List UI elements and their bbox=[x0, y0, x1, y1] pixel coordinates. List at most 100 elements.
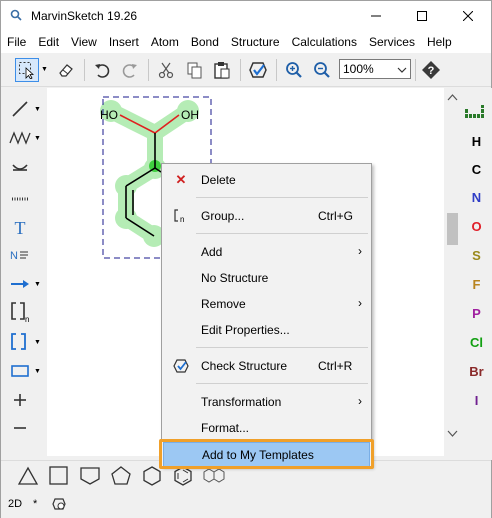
menu-structure[interactable]: Structure bbox=[225, 31, 286, 53]
erase-tool-button[interactable] bbox=[54, 58, 78, 82]
menu-item-delete[interactable]: ✕ Delete bbox=[163, 168, 370, 194]
menu-item-group[interactable]: n Group... Ctrl+G bbox=[163, 204, 370, 230]
check-structure-button[interactable] bbox=[246, 58, 270, 82]
arc-tool[interactable] bbox=[5, 154, 35, 180]
scrollbar-thumb[interactable] bbox=[447, 213, 458, 245]
template-pentagon-flat[interactable] bbox=[77, 463, 103, 489]
zoom-value: 100% bbox=[343, 62, 374, 76]
rectangle-tool[interactable] bbox=[5, 358, 35, 384]
chevron-down-icon bbox=[397, 62, 407, 80]
menu-item-check-structure[interactable]: Check Structure Ctrl+R bbox=[163, 354, 370, 380]
menu-help[interactable]: Help bbox=[421, 31, 458, 53]
element-c[interactable]: C bbox=[461, 156, 492, 184]
structure-status-icon bbox=[52, 498, 66, 510]
element-br[interactable]: Br bbox=[461, 358, 492, 386]
shape-dropdown-arrow[interactable]: ▼ bbox=[34, 358, 42, 384]
copy-icon bbox=[187, 62, 202, 79]
zoom-in-button[interactable] bbox=[282, 58, 306, 82]
pentagon-icon bbox=[111, 466, 131, 485]
menu-file[interactable]: File bbox=[1, 31, 32, 53]
reaction-arrow-atom-tool[interactable]: N bbox=[5, 242, 35, 268]
scroll-up-icon[interactable] bbox=[444, 92, 461, 104]
menu-insert[interactable]: Insert bbox=[103, 31, 145, 53]
menu-item-label: Edit Properties... bbox=[201, 323, 290, 337]
decrease-charge-tool[interactable] bbox=[5, 415, 35, 441]
toolbar-separator bbox=[240, 59, 241, 81]
menu-calculations[interactable]: Calculations bbox=[286, 31, 363, 53]
menu-item-transformation[interactable]: Transformation › bbox=[163, 390, 370, 416]
menu-item-no-structure[interactable]: No Structure bbox=[163, 266, 370, 292]
single-bond-tool[interactable] bbox=[5, 96, 35, 122]
element-cl[interactable]: Cl bbox=[461, 329, 492, 357]
template-square[interactable] bbox=[46, 463, 72, 489]
selection-icon bbox=[19, 62, 35, 79]
menu-atom[interactable]: Atom bbox=[145, 31, 185, 53]
chain-dropdown-arrow[interactable]: ▼ bbox=[34, 125, 42, 151]
group-bracket-tool[interactable]: n bbox=[5, 299, 35, 325]
erase-icon bbox=[59, 64, 73, 77]
menu-item-add[interactable]: Add › bbox=[163, 240, 370, 266]
element-p[interactable]: P bbox=[461, 300, 492, 328]
check-structure-icon bbox=[173, 358, 189, 374]
text-tool[interactable]: T bbox=[5, 214, 35, 240]
element-i[interactable]: I bbox=[461, 387, 492, 415]
arrow-tool[interactable] bbox=[5, 271, 35, 297]
chain-tool[interactable] bbox=[5, 125, 35, 151]
help-button[interactable]: ? bbox=[419, 58, 443, 82]
bracket-dropdown-arrow[interactable]: ▼ bbox=[34, 329, 42, 355]
canvas-vertical-scrollbar[interactable] bbox=[444, 88, 461, 456]
chevron-right-icon: › bbox=[358, 296, 362, 310]
menu-item-label: Group... bbox=[201, 209, 245, 223]
minimize-button[interactable] bbox=[353, 1, 399, 31]
cut-button[interactable] bbox=[154, 58, 178, 82]
template-pentagon[interactable] bbox=[108, 463, 134, 489]
selection-tool-button[interactable] bbox=[15, 58, 39, 82]
zoom-out-button[interactable] bbox=[310, 58, 334, 82]
toolbar-separator bbox=[84, 59, 85, 81]
bond-dropdown-arrow[interactable]: ▼ bbox=[34, 96, 42, 122]
scroll-down-icon[interactable] bbox=[444, 428, 461, 440]
undo-button[interactable] bbox=[90, 58, 114, 82]
menu-edit[interactable]: Edit bbox=[32, 31, 65, 53]
bracket-tool[interactable] bbox=[5, 329, 35, 355]
close-button[interactable] bbox=[445, 1, 491, 31]
selection-dropdown-arrow[interactable]: ▼ bbox=[41, 66, 48, 73]
element-f[interactable]: F bbox=[461, 271, 492, 299]
title-bar: MarvinSketch 19.26 bbox=[1, 1, 491, 31]
svg-text:N: N bbox=[10, 250, 18, 262]
menu-item-remove[interactable]: Remove › bbox=[163, 292, 370, 318]
element-s[interactable]: S bbox=[461, 242, 492, 270]
hexagon-icon bbox=[143, 466, 161, 486]
zoom-out-icon bbox=[314, 62, 330, 78]
menu-separator bbox=[196, 197, 368, 198]
left-toolbar: ▼ ▼ T N ▼ n ▼ ▼ bbox=[1, 88, 47, 460]
menu-item-shortcut: Ctrl+R bbox=[318, 359, 353, 373]
zoom-select[interactable]: 100% bbox=[339, 59, 411, 79]
minus-icon bbox=[14, 427, 26, 429]
template-triangle[interactable] bbox=[15, 463, 41, 489]
menu-bar: File Edit View Insert Atom Bond Structur… bbox=[1, 31, 491, 53]
menu-services[interactable]: Services bbox=[363, 31, 421, 53]
element-h[interactable]: H bbox=[461, 128, 492, 156]
chevron-right-icon: › bbox=[358, 394, 362, 408]
benzene-icon bbox=[174, 466, 192, 486]
element-o[interactable]: O bbox=[461, 213, 492, 241]
menu-item-label: Format... bbox=[201, 421, 250, 435]
help-icon: ? bbox=[422, 61, 440, 79]
dashed-line-tool[interactable] bbox=[5, 186, 35, 212]
arrow-dropdown-arrow[interactable]: ▼ bbox=[34, 271, 42, 297]
toolbar-separator bbox=[276, 59, 277, 81]
paste-button[interactable] bbox=[210, 58, 234, 82]
menu-item-edit-properties[interactable]: Edit Properties... bbox=[163, 318, 370, 344]
redo-button[interactable] bbox=[118, 58, 142, 82]
menu-view[interactable]: View bbox=[65, 31, 103, 53]
increase-charge-tool[interactable] bbox=[5, 387, 35, 413]
menu-bond[interactable]: Bond bbox=[185, 31, 225, 53]
element-n[interactable]: N bbox=[461, 184, 492, 212]
status-bar: 2D * bbox=[1, 491, 491, 518]
menu-separator bbox=[196, 383, 368, 384]
periodic-table-icon[interactable] bbox=[465, 105, 487, 119]
window-title: MarvinSketch 19.26 bbox=[31, 9, 138, 23]
copy-button[interactable] bbox=[182, 58, 206, 82]
maximize-button[interactable] bbox=[399, 1, 445, 31]
